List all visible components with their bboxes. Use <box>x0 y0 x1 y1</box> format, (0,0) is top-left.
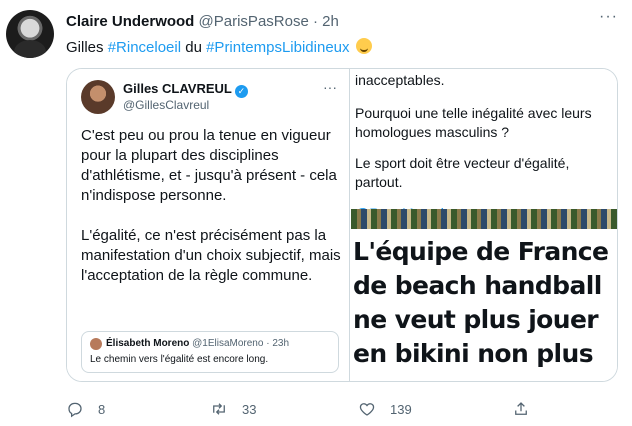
hashtag-link-1[interactable]: #Rinceloeil <box>108 39 181 56</box>
quoted-more-icon: ··· <box>323 79 337 95</box>
quoted-paragraph-2: L'égalité, ce n'est précisément pas la m… <box>81 227 341 284</box>
share-icon <box>515 402 527 415</box>
retweet-count: 33 <box>242 401 257 417</box>
quoted-tweet-body: C'est peu ou prou la tenue en vigueur po… <box>81 126 343 306</box>
share-button[interactable] <box>512 398 544 420</box>
heart-icon <box>359 403 375 416</box>
reply-button[interactable]: 8 <box>66 398 105 420</box>
article-line-2: Pourquoi une telle inégalité avec leurs … <box>355 105 592 140</box>
verified-badge-icon: ✓ <box>234 85 248 98</box>
tweet-media[interactable]: Gilles CLAVREUL ✓ @GillesClavreul ··· C'e… <box>66 68 618 382</box>
nested-header: Élisabeth Moreno @1ElisaMoreno · 23h <box>106 338 289 349</box>
quoted-author-handle: @GillesClavreul <box>123 98 210 112</box>
tweet-text-middle: du <box>181 39 207 56</box>
author-name[interactable]: Claire Underwood <box>66 13 194 30</box>
article-line-1: inacceptables. <box>355 72 445 88</box>
tweet-time[interactable]: 2h <box>322 13 339 30</box>
quoted-author-avatar <box>81 80 115 114</box>
tweet-header: Claire Underwood @ParisPasRose · 2h <box>66 13 339 30</box>
nested-handle-time: @1ElisaMoreno · 23h <box>192 338 290 349</box>
quoted-author-name: Gilles CLAVREUL <box>123 81 232 96</box>
like-count: 139 <box>390 401 412 417</box>
nested-tweet-text: Le chemin vers l'égalité est encore long… <box>90 354 269 365</box>
quoted-paragraph-1: C'est peu ou prou la tenue en vigueur po… <box>81 127 337 204</box>
article-photo <box>351 209 617 229</box>
author-handle[interactable]: @ParisPasRose <box>199 13 309 30</box>
quoted-tweet-screenshot[interactable]: Gilles CLAVREUL ✓ @GillesClavreul ··· C'e… <box>67 69 350 381</box>
article-headline: L'équipe de France de beach handball ne … <box>353 237 609 368</box>
author-avatar[interactable] <box>6 10 54 58</box>
tweet-text-prefix: Gilles <box>66 39 108 56</box>
nested-quoted-tweet: Élisabeth Moreno @1ElisaMoreno · 23h Le … <box>81 331 339 373</box>
quoted-author-name-row: Gilles CLAVREUL ✓ <box>123 81 248 98</box>
hashtag-link-2[interactable]: #PrintempsLibidineux <box>206 39 349 56</box>
retweet-icon <box>213 403 225 415</box>
article-screenshot[interactable]: inacceptables. Pourquoi une telle inégal… <box>351 69 617 381</box>
like-button[interactable]: 139 <box>358 398 412 420</box>
retweet-button[interactable]: 33 <box>210 398 256 420</box>
article-line-3: Le sport doit être vecteur d'égalité, pa… <box>355 155 570 190</box>
header-separator: · <box>312 13 318 30</box>
nested-author-name: Élisabeth Moreno <box>106 338 190 349</box>
reply-count: 8 <box>98 401 106 417</box>
reply-icon <box>68 402 82 418</box>
nested-author-avatar <box>90 338 102 350</box>
tweet-actions: 8 33 139 <box>66 398 618 420</box>
more-options-icon[interactable]: ··· <box>599 8 618 26</box>
smiling-face-emoji-icon <box>355 38 372 54</box>
tweet-text: Gilles #Rinceloeil du #PrintempsLibidine… <box>66 38 372 56</box>
